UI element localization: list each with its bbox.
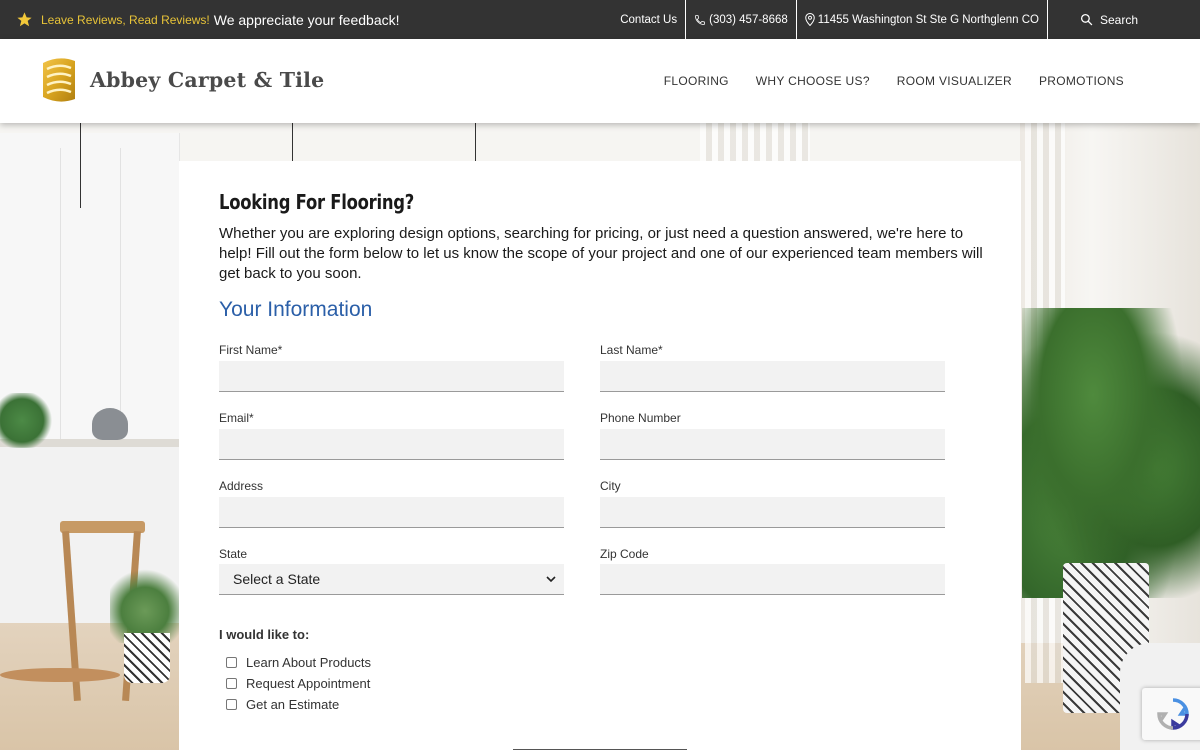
option-label: Request Appointment	[246, 676, 371, 691]
fiddle-leaf-tree	[1022, 308, 1200, 598]
pendant-cord	[292, 123, 293, 163]
zip-input[interactable]	[600, 564, 945, 595]
kettle	[92, 408, 128, 440]
last-name-label: Last Name*	[600, 343, 663, 357]
map-pin-icon	[805, 13, 815, 26]
top-bar: Leave Reviews, Read Reviews! We apprecia…	[0, 0, 1200, 39]
state-selected-value: Select a State	[233, 571, 321, 587]
nav-room-visualizer[interactable]: ROOM VISUALIZER	[897, 74, 1012, 88]
option-learn-products[interactable]: Learn About Products	[226, 655, 371, 670]
promo-area: Leave Reviews, Read Reviews! We apprecia…	[0, 0, 400, 39]
email-label: Email*	[219, 411, 254, 425]
orchid-plant	[110, 563, 180, 643]
pendant-cord	[475, 123, 476, 163]
option-get-estimate[interactable]: Get an Estimate	[226, 697, 339, 712]
state-select[interactable]: Select a State	[219, 564, 564, 595]
city-input[interactable]	[600, 497, 945, 528]
zip-label: Zip Code	[600, 547, 649, 561]
top-right-links: Contact Us (303) 457-8668 11455 Washingt…	[612, 0, 1200, 39]
contact-form-panel: Looking For Flooring? Whether you are ex…	[179, 161, 1021, 750]
main-nav: FLOORING WHY CHOOSE US? ROOM VISUALIZER …	[664, 74, 1124, 88]
search-label: Search	[1099, 12, 1138, 27]
promo-text: We appreciate your feedback!	[213, 11, 400, 28]
checkbox[interactable]	[226, 678, 237, 689]
checkbox[interactable]	[226, 699, 237, 710]
nav-why-choose-us[interactable]: WHY CHOOSE US?	[756, 74, 870, 88]
site-header: Abbey Carpet & Tile FLOORING WHY CHOOSE …	[0, 39, 1200, 123]
orchid-pot	[124, 633, 170, 683]
first-name-label: First Name*	[219, 343, 283, 357]
site-logo[interactable]: Abbey Carpet & Tile	[40, 55, 324, 105]
side-table	[0, 668, 120, 682]
nav-promotions[interactable]: PROMOTIONS	[1039, 74, 1124, 88]
star-icon	[17, 12, 32, 27]
cabinet-line	[60, 148, 61, 458]
section-title: Your Information	[219, 298, 373, 321]
recaptcha-icon	[1157, 698, 1189, 730]
reviews-link[interactable]: Leave Reviews, Read Reviews!	[41, 13, 210, 27]
phone-label: Phone Number	[600, 411, 681, 425]
address-text: 11455 Washington St Ste G Northglenn CO	[817, 13, 1039, 26]
form-title: Looking For Flooring?	[219, 190, 415, 214]
checkbox[interactable]	[226, 657, 237, 668]
pendant-cord	[80, 123, 81, 208]
address-input[interactable]	[219, 497, 564, 528]
option-label: Get an Estimate	[246, 697, 340, 712]
phone-number: (303) 457-8668	[709, 13, 788, 26]
search-icon	[1080, 13, 1093, 26]
option-label: Learn About Products	[246, 655, 372, 670]
state-label: State	[219, 547, 248, 561]
contact-link[interactable]: Contact Us	[612, 0, 687, 39]
recaptcha-badge[interactable]	[1142, 688, 1200, 740]
city-label: City	[600, 479, 621, 493]
plant-left	[0, 393, 55, 448]
address-label: Address	[219, 479, 264, 493]
chevron-down-icon	[546, 575, 556, 582]
address-link[interactable]: 11455 Washington St Ste G Northglenn CO	[797, 0, 1048, 39]
stool-seat	[60, 521, 145, 533]
logo-text: Abbey Carpet & Tile	[90, 68, 325, 92]
interest-label: I would like to:	[219, 627, 310, 642]
phone-input[interactable]	[600, 429, 945, 460]
phone-link[interactable]: (303) 457-8668	[686, 0, 797, 39]
email-input[interactable]	[219, 429, 564, 460]
search-button[interactable]: Search	[1048, 0, 1200, 39]
last-name-input[interactable]	[600, 361, 945, 392]
logo-icon	[43, 58, 75, 102]
first-name-input[interactable]	[219, 361, 564, 392]
option-request-appointment[interactable]: Request Appointment	[226, 676, 370, 691]
nav-flooring[interactable]: FLOORING	[664, 74, 729, 88]
phone-icon	[695, 14, 706, 25]
form-description: Whether you are exploring design options…	[219, 225, 983, 282]
